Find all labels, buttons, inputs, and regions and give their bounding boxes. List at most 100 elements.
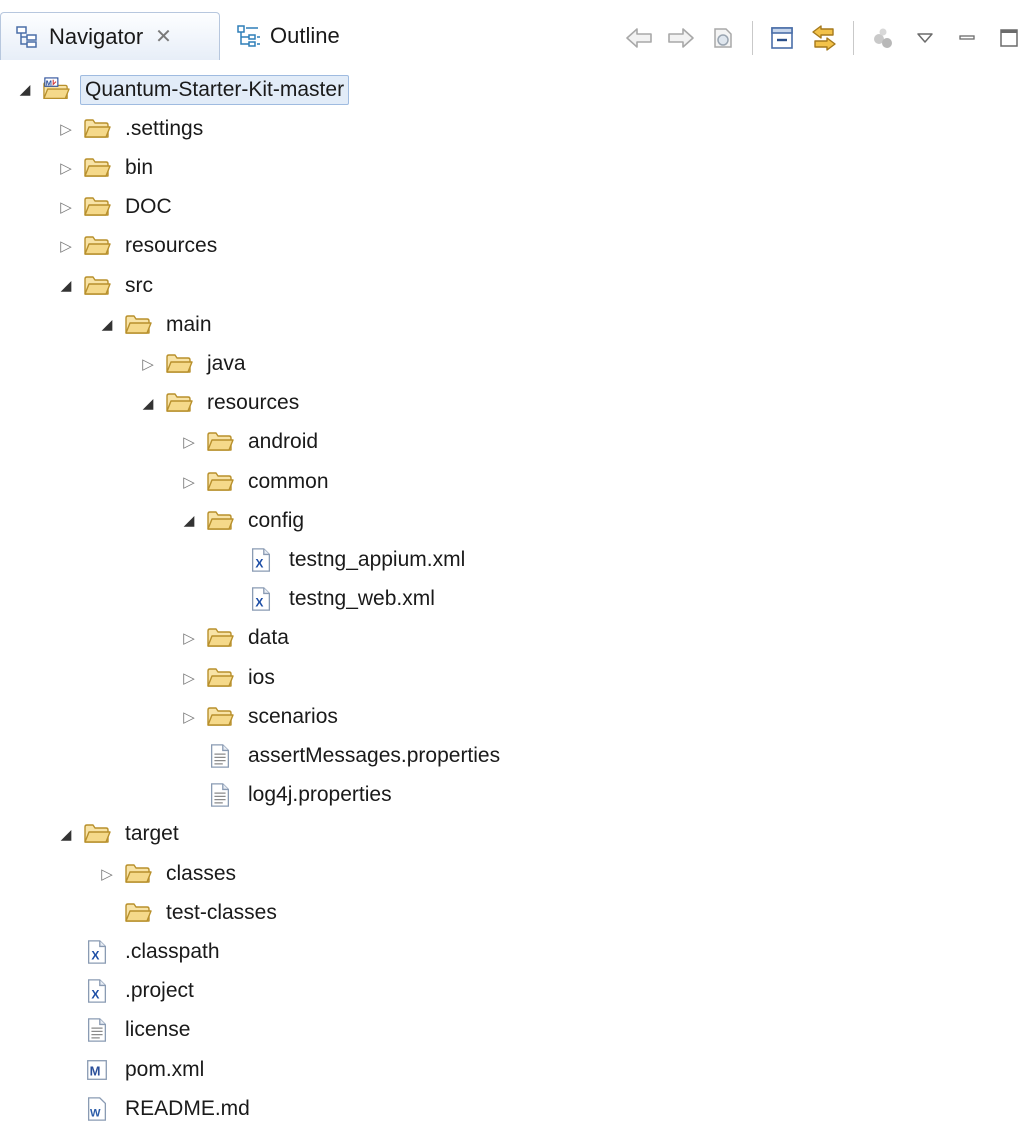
tree-item-label: scenarios bbox=[248, 704, 338, 728]
collapsed-arrow-icon[interactable]: ▷ bbox=[96, 863, 118, 885]
tree-item-testng-appium-xml[interactable]: testng_appium.xml bbox=[219, 540, 469, 579]
tree-item-quantum-starter-kit-master[interactable]: ◢ Quantum-Starter-Kit-master bbox=[14, 70, 350, 109]
text-file-icon bbox=[206, 782, 234, 808]
expanded-arrow-icon[interactable]: ◢ bbox=[137, 392, 159, 414]
tree-item-ios[interactable]: ▷ ios bbox=[178, 658, 279, 697]
maximize-button[interactable] bbox=[992, 21, 1026, 55]
expanded-arrow-icon[interactable]: ◢ bbox=[178, 510, 200, 532]
tree-item-doc[interactable]: ▷ DOC bbox=[55, 188, 176, 227]
tree-item-log4j-properties[interactable]: log4j.properties bbox=[178, 776, 396, 815]
folder-icon bbox=[206, 469, 234, 495]
tab-navigator-label: Navigator bbox=[49, 23, 144, 49]
tab-outline[interactable]: Outline bbox=[232, 12, 436, 60]
forward-button[interactable] bbox=[664, 21, 698, 55]
expanded-arrow-icon[interactable]: ◢ bbox=[96, 314, 118, 336]
tree-item-classpath[interactable]: .classpath bbox=[55, 932, 224, 971]
navigator-view: Navigator ✕ Outline ◢ Quantum-Starter-Ki… bbox=[0, 0, 1030, 1129]
expanded-arrow-icon[interactable]: ◢ bbox=[14, 79, 36, 101]
tree-item-assertmessages-properties[interactable]: assertMessages.properties bbox=[178, 736, 504, 775]
collapsed-arrow-icon[interactable]: ▷ bbox=[178, 627, 200, 649]
tree-item-data[interactable]: ▷ data bbox=[178, 619, 293, 658]
tab-outline-label: Outline bbox=[270, 23, 340, 48]
expanded-arrow-icon[interactable]: ◢ bbox=[55, 823, 77, 845]
tree-item-java[interactable]: ▷ java bbox=[137, 344, 250, 383]
up-button[interactable] bbox=[706, 21, 740, 55]
toolbar-separator bbox=[853, 21, 854, 55]
tree-item-resources[interactable]: ◢ resources bbox=[137, 384, 303, 423]
collapsed-arrow-icon[interactable]: ▷ bbox=[55, 118, 77, 140]
back-button[interactable] bbox=[622, 21, 656, 55]
collapsed-arrow-icon[interactable]: ▷ bbox=[178, 706, 200, 728]
tree-item-main[interactable]: ◢ main bbox=[96, 305, 216, 344]
tree-item-classes[interactable]: ▷ classes bbox=[96, 854, 240, 893]
tree-item-label: bin bbox=[125, 155, 154, 179]
xml-file-icon bbox=[247, 547, 275, 573]
collapsed-arrow-icon[interactable]: ▷ bbox=[55, 196, 77, 218]
navigator-icon bbox=[16, 25, 37, 48]
tree-item-android[interactable]: ▷ android bbox=[178, 423, 322, 462]
tree-item-label: common bbox=[248, 469, 329, 493]
project-icon bbox=[42, 77, 70, 103]
tree-item-label: resources bbox=[125, 234, 218, 258]
tree-item-label: .classpath bbox=[125, 939, 220, 963]
collapsed-arrow-icon[interactable]: ▷ bbox=[55, 235, 77, 257]
filter-button[interactable] bbox=[866, 21, 900, 55]
folder-icon bbox=[83, 821, 111, 847]
expanded-arrow-icon[interactable]: ◢ bbox=[55, 275, 77, 297]
minimize-button[interactable] bbox=[950, 21, 984, 55]
view-menu-button[interactable] bbox=[908, 21, 942, 55]
tree-item-readme-md[interactable]: README.md bbox=[55, 1089, 254, 1128]
tree-item-label: license bbox=[125, 1018, 191, 1042]
collapsed-arrow-icon[interactable]: ▷ bbox=[137, 353, 159, 375]
tree-item-label: classes bbox=[166, 861, 237, 885]
folder-icon bbox=[124, 861, 152, 887]
collapsed-arrow-icon[interactable]: ▷ bbox=[55, 157, 77, 179]
tree-item-label: pom.xml bbox=[125, 1057, 205, 1081]
tree-item-label: Quantum-Starter-Kit-master bbox=[80, 74, 350, 105]
collapsed-arrow-icon[interactable]: ▷ bbox=[178, 667, 200, 689]
tree-item-bin[interactable]: ▷ bin bbox=[55, 148, 157, 187]
maximize-icon bbox=[1000, 29, 1018, 47]
collapse-all-button[interactable] bbox=[765, 21, 799, 55]
tree-item-test-classes[interactable]: test-classes bbox=[96, 893, 281, 932]
tree-item-pom-xml[interactable]: pom.xml bbox=[55, 1050, 208, 1089]
tree-item-common[interactable]: ▷ common bbox=[178, 462, 333, 501]
back-arrow-icon bbox=[626, 28, 652, 48]
collapsed-arrow-icon[interactable]: ▷ bbox=[178, 471, 200, 493]
link-with-editor-icon bbox=[812, 25, 836, 51]
minimize-icon bbox=[959, 35, 975, 40]
tree-item-settings[interactable]: ▷ .settings bbox=[55, 109, 207, 148]
close-icon[interactable]: ✕ bbox=[155, 27, 172, 47]
tab-navigator[interactable]: Navigator ✕ bbox=[0, 12, 220, 60]
tree-item-testng-web-xml[interactable]: testng_web.xml bbox=[219, 580, 439, 619]
folder-icon bbox=[206, 429, 234, 455]
folder-icon bbox=[83, 194, 111, 220]
tree-item-resources[interactable]: ▷ resources bbox=[55, 227, 221, 266]
tree-item-license[interactable]: license bbox=[55, 1011, 194, 1050]
tree-item-label: data bbox=[248, 626, 289, 650]
tree-item-project[interactable]: .project bbox=[55, 972, 198, 1011]
xml-file-icon bbox=[247, 586, 275, 612]
tree-item-label: DOC bbox=[125, 195, 172, 219]
folder-icon bbox=[83, 116, 111, 142]
link-with-editor-button[interactable] bbox=[807, 21, 841, 55]
tree-item-label: main bbox=[166, 312, 212, 336]
tree-item-target[interactable]: ◢ target bbox=[55, 815, 183, 854]
tree-item-scenarios[interactable]: ▷ scenarios bbox=[178, 697, 342, 736]
folder-icon bbox=[206, 508, 234, 534]
folder-icon bbox=[206, 625, 234, 651]
tree-item-label: assertMessages.properties bbox=[248, 743, 501, 767]
tree-item-src[interactable]: ◢ src bbox=[55, 266, 157, 305]
tree-item-label: README.md bbox=[125, 1096, 250, 1120]
up-icon bbox=[714, 28, 732, 48]
forward-arrow-icon bbox=[668, 28, 694, 48]
collapsed-arrow-icon[interactable]: ▷ bbox=[178, 431, 200, 453]
tree-item-config[interactable]: ◢ config bbox=[178, 501, 308, 540]
